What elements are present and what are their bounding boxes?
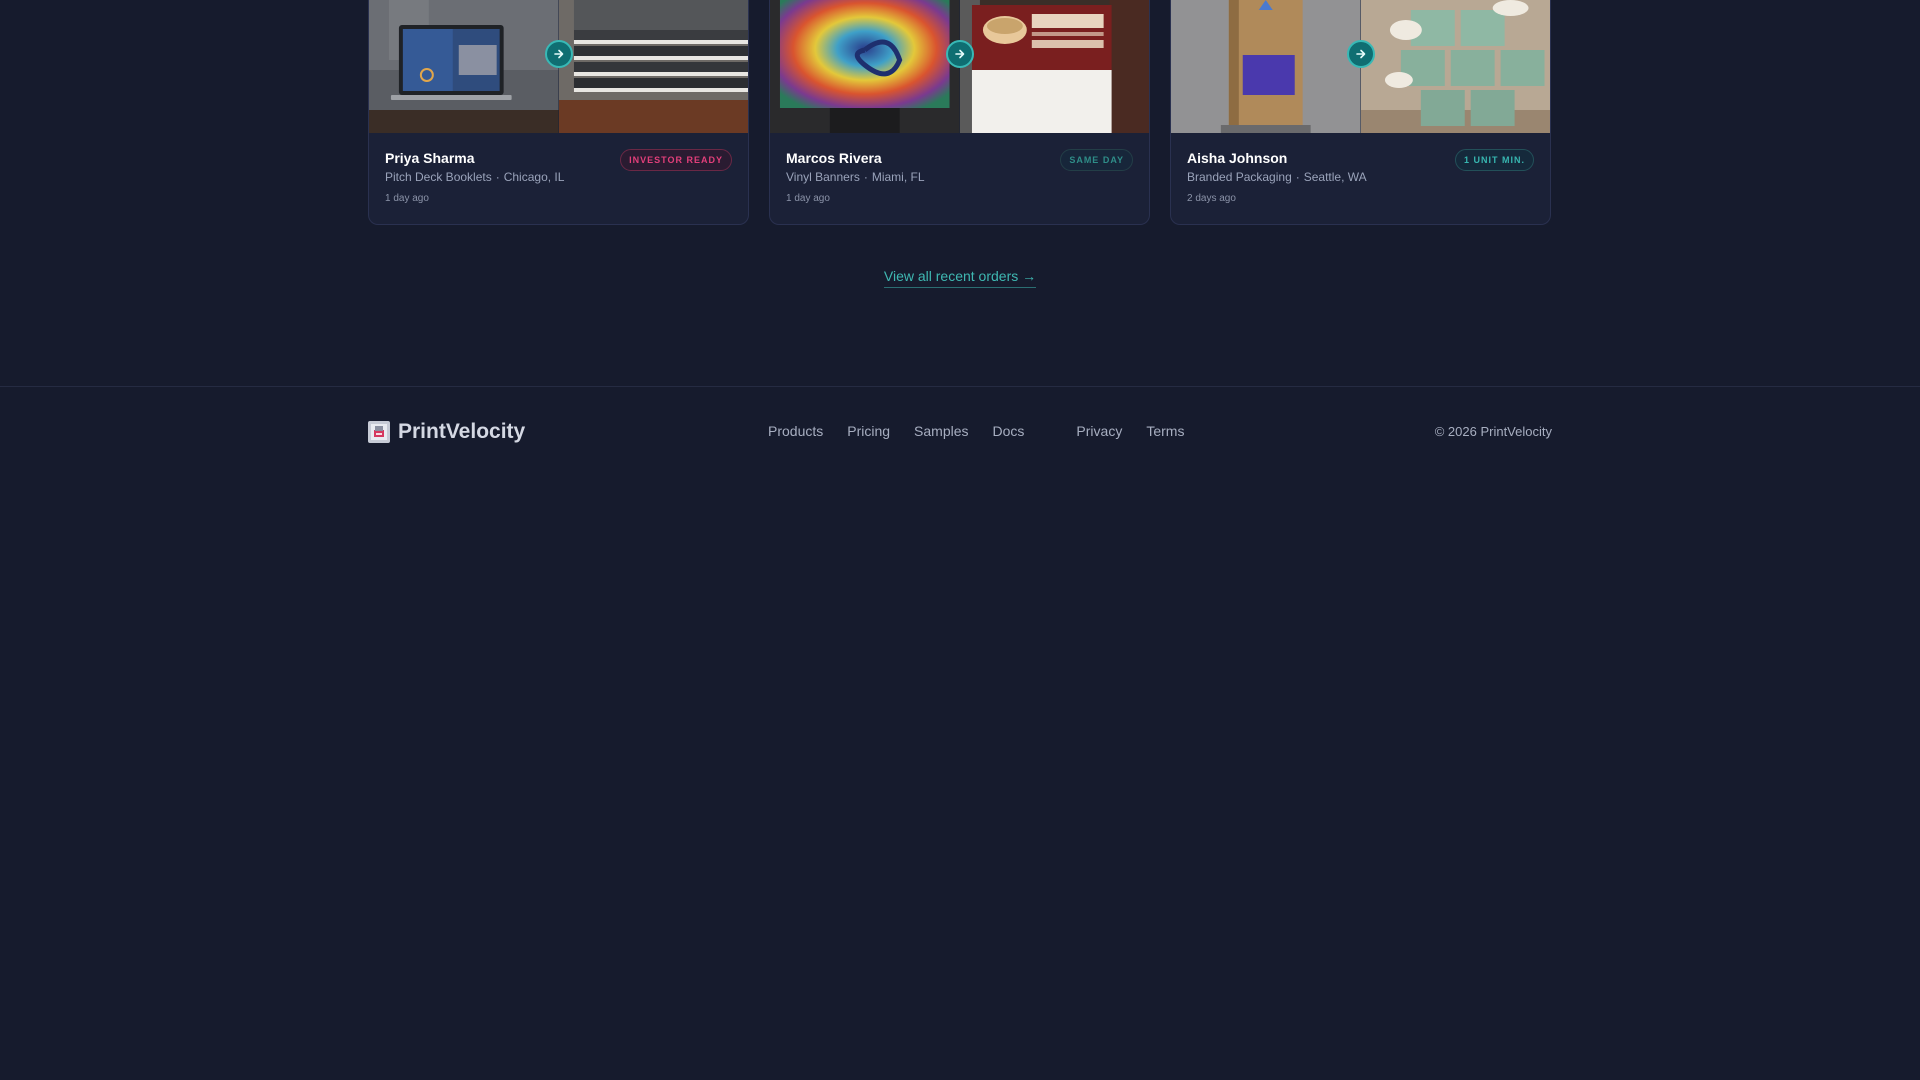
- order-card-body: Marcos Rivera Vinyl Banners · Miami, FL 1 …: [770, 133, 1149, 205]
- open-order-button[interactable]: [945, 40, 974, 68]
- order-time: 2 days ago: [1187, 193, 1236, 204]
- order-card[interactable]: Marcos Rivera Vinyl Banners · Miami, FL 1 …: [769, 0, 1150, 225]
- order-card-images: [1171, 0, 1550, 133]
- footer-link-samples[interactable]: Samples: [914, 423, 968, 439]
- order-card[interactable]: Aisha Johnson Branded Packaging · Seattle,…: [1170, 0, 1551, 225]
- copyright: © 2026 PrintVelocity: [1434, 424, 1552, 439]
- order-time: 1 day ago: [786, 193, 830, 204]
- status-badge: INVESTOR READY: [620, 149, 732, 171]
- arrow-right-icon: [553, 49, 563, 59]
- product-type: Branded Packaging: [1187, 170, 1292, 184]
- customer-location: Chicago, IL: [503, 170, 565, 184]
- footer-nav: Products Pricing Samples Docs Privacy Te…: [768, 423, 1208, 439]
- order-meta: Vinyl Banners · Miami, FL: [786, 170, 925, 184]
- footer-divider: [0, 386, 1920, 387]
- recent-orders-grid: Priya Sharma Pitch Deck Booklets · Chicago…: [368, 0, 1552, 225]
- view-all-orders-link[interactable]: View all recent orders →: [883, 268, 1037, 288]
- footer-link-docs[interactable]: Docs: [993, 423, 1025, 439]
- order-card-body: Aisha Johnson Branded Packaging · Seattle,…: [1171, 133, 1550, 205]
- order-time: 1 day ago: [385, 193, 429, 204]
- product-photo-tiedye-banner: [770, 0, 960, 133]
- order-card-body: Priya Sharma Pitch Deck Booklets · Chicago…: [369, 133, 748, 205]
- view-all-container: View all recent orders →: [0, 268, 1920, 288]
- product-photo-gift-boxes: [1360, 0, 1550, 133]
- order-meta: Pitch Deck Booklets · Chicago, IL: [385, 170, 565, 184]
- footer-link-privacy[interactable]: Privacy: [1076, 423, 1122, 439]
- product-photo-booklets: [558, 0, 748, 133]
- arrow-right-icon: [954, 49, 964, 59]
- open-order-button[interactable]: [544, 40, 573, 68]
- printer-logo-icon: [368, 421, 390, 443]
- order-card-images: [770, 0, 1149, 133]
- order-meta: Branded Packaging · Seattle, WA: [1187, 170, 1367, 184]
- product-type: Pitch Deck Booklets: [385, 170, 492, 184]
- product-photo-packaging-box: [1171, 0, 1361, 133]
- footer-brand[interactable]: PrintVelocity: [368, 420, 525, 444]
- brand-name: PrintVelocity: [398, 420, 526, 443]
- footer-link-terms[interactable]: Terms: [1146, 423, 1184, 439]
- customer-location: Seattle, WA: [1303, 170, 1367, 184]
- footer-link-products[interactable]: Products: [768, 423, 823, 439]
- status-badge: SAME DAY: [1060, 149, 1133, 171]
- order-card[interactable]: Priya Sharma Pitch Deck Booklets · Chicago…: [368, 0, 749, 225]
- footer-link-pricing[interactable]: Pricing: [847, 423, 890, 439]
- customer-location: Miami, FL: [871, 170, 925, 184]
- product-photo-laptop: [369, 0, 559, 133]
- arrow-right-icon: [1355, 49, 1365, 59]
- open-order-button[interactable]: [1346, 40, 1375, 68]
- status-badge: 1 UNIT MIN.: [1454, 149, 1534, 171]
- order-card-images: [369, 0, 748, 133]
- product-type: Vinyl Banners: [786, 170, 860, 184]
- product-photo-ramen-banner: [959, 0, 1149, 133]
